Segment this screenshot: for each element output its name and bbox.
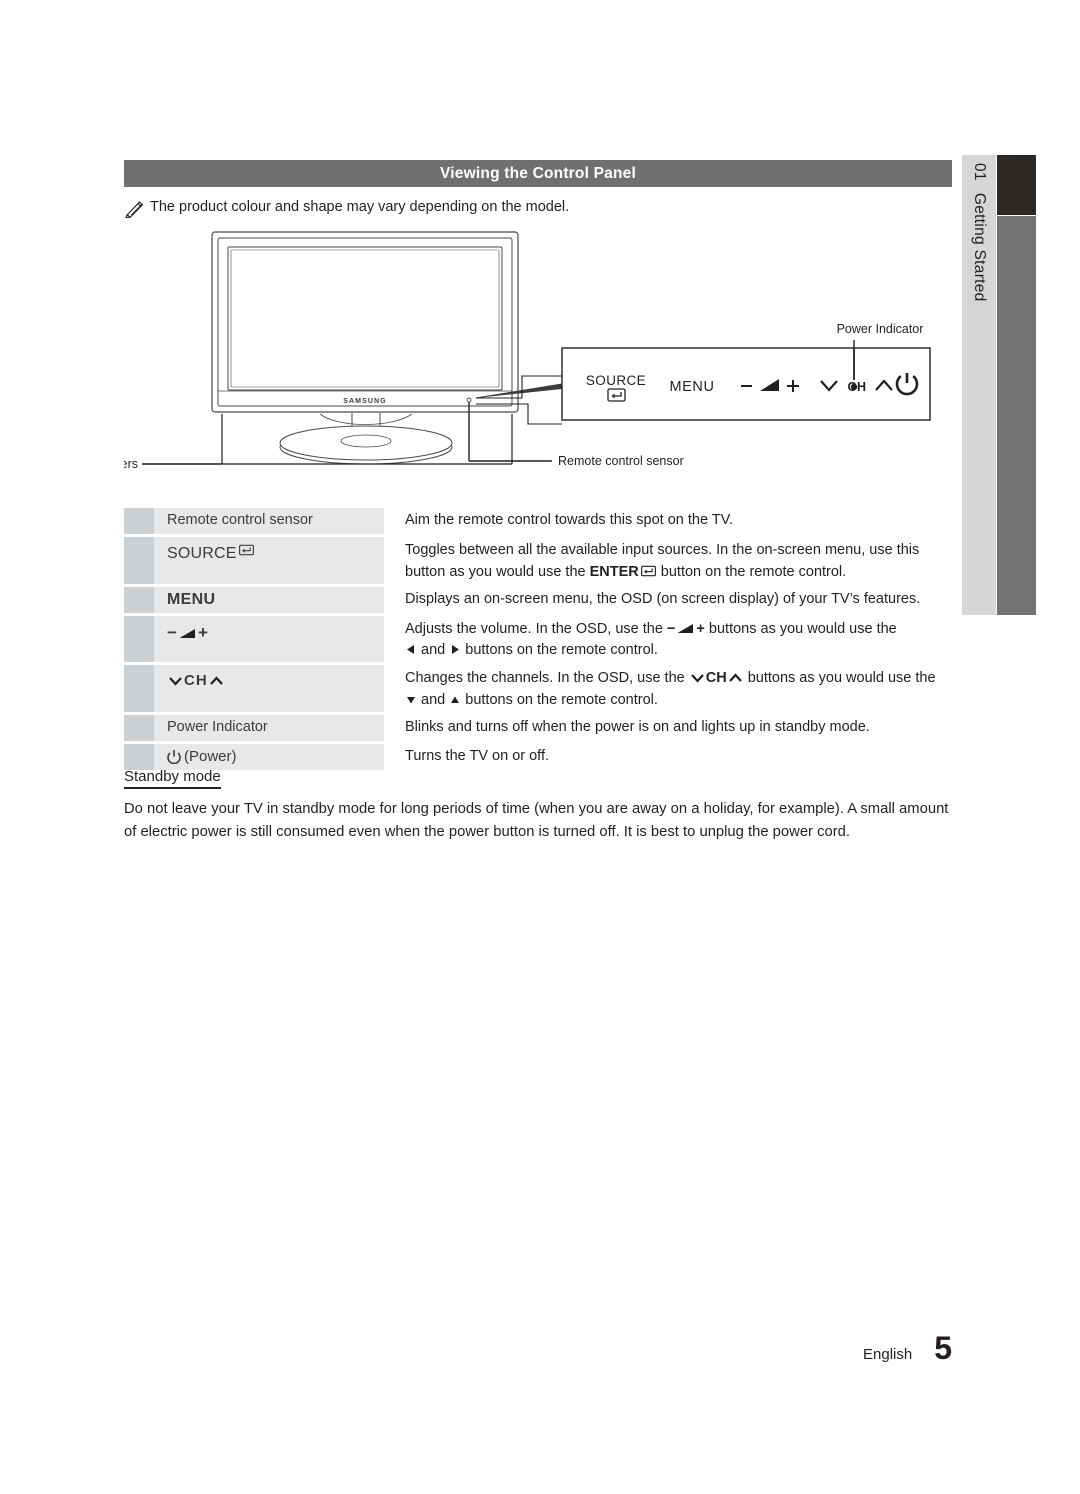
panel-menu-label: MENU <box>669 379 714 395</box>
row-label: − + <box>154 615 384 662</box>
note-text: The product colour and shape may vary de… <box>150 199 570 215</box>
enter-icon <box>238 542 254 556</box>
side-bar-dark-block <box>997 155 1036 215</box>
row-label: MENU <box>154 586 384 613</box>
standby-mode-body: Do not leave your TV in standby mode for… <box>124 801 949 840</box>
control-panel-illustration: SAMSUNG Speakers Remote control sensor <box>124 228 952 486</box>
row-description: Displays an on-screen menu, the OSD (on … <box>384 587 952 613</box>
control-panel-description-table: Remote control sensor Aim the remote con… <box>124 508 952 773</box>
row-label-text: Remote control sensor <box>167 512 313 529</box>
pencil-icon <box>124 200 144 219</box>
row-description: Turns the TV on or off. <box>384 744 952 770</box>
row-label: SOURCE <box>154 537 384 584</box>
side-bar-grey-block <box>997 216 1036 615</box>
row-swatch <box>124 743 154 770</box>
enter-keyword: ENTER <box>589 563 639 580</box>
footer-page-number: 5 <box>934 1330 952 1366</box>
table-row: CH Changes the channels. In the OSD, use… <box>124 665 952 712</box>
row-description-line2: button as you would use the ENTER button… <box>405 563 847 580</box>
row-description: Blinks and turns off when the power is o… <box>384 715 952 741</box>
row-label-text: MENU <box>167 590 216 608</box>
row-description: Toggles between all the available input … <box>384 537 952 584</box>
samsung-logo: SAMSUNG <box>343 398 386 405</box>
row-swatch <box>124 537 154 584</box>
callout-speakers: Speakers <box>124 457 138 471</box>
volume-icon <box>677 620 694 633</box>
table-row: MENU Displays an on-screen menu, the OSD… <box>124 586 952 613</box>
down-triangle-icon <box>406 691 416 704</box>
row-description-text: Blinks and turns off when the power is o… <box>405 718 870 735</box>
row-description: Aim the remote control towards this spot… <box>384 508 952 534</box>
callout-power-indicator: Power Indicator <box>837 322 924 336</box>
row-swatch <box>124 508 154 534</box>
row-description-line1: Adjusts the volume. In the OSD, use the … <box>405 620 897 637</box>
table-row: SOURCE Toggles between all the available… <box>124 537 952 584</box>
row-description-line1: Changes the channels. In the OSD, use th… <box>405 669 936 686</box>
standby-mode-title: Standby mode <box>124 768 221 789</box>
row-description-text: Displays an on-screen menu, the OSD (on … <box>405 590 921 607</box>
tv-illustration <box>211 231 519 413</box>
row-label: CH <box>154 665 384 712</box>
note-line: The product colour and shape may vary de… <box>124 199 952 219</box>
section-header-bar: Viewing the Control Panel <box>124 160 952 187</box>
panel-source-label: SOURCE <box>586 373 646 388</box>
row-description-text: Aim the remote control towards this spot… <box>405 512 734 529</box>
footer-language: English <box>863 1346 913 1363</box>
chapter-title: Getting Started <box>971 192 988 302</box>
volume-label: − + <box>167 622 208 642</box>
page-footer: English 5 <box>700 1330 952 1367</box>
row-swatch <box>124 714 154 741</box>
table-row: Power Indicator Blinks and turns off whe… <box>124 714 952 741</box>
row-label: Remote control sensor <box>154 508 384 534</box>
standby-mode-section: Standby mode Do not leave your TV in sta… <box>124 768 952 844</box>
up-triangle-icon <box>450 691 460 703</box>
tv-stand <box>279 413 453 465</box>
table-row: (Power) Turns the TV on or off. <box>124 743 952 770</box>
row-label: (Power) <box>154 743 384 770</box>
row-description-line1: Toggles between all the available input … <box>405 542 920 558</box>
row-description-line2: and buttons on the remote control. <box>405 690 936 712</box>
chapter-side-tab-label: 01 Getting Started <box>970 155 988 302</box>
channel-label: CH <box>167 670 225 692</box>
row-swatch <box>124 586 154 613</box>
row-label: Power Indicator <box>154 714 384 741</box>
section-title: Viewing the Control Panel <box>440 164 636 182</box>
volume-icon <box>179 622 196 638</box>
panel-indicator-dot <box>850 383 858 391</box>
power-icon <box>167 749 181 765</box>
chevron-up-icon <box>728 669 742 682</box>
right-triangle-icon <box>450 641 460 655</box>
row-label-text: (Power) <box>184 747 237 765</box>
left-triangle-icon <box>406 641 416 655</box>
enter-icon <box>640 563 656 577</box>
chapter-number: 01 <box>971 163 988 181</box>
row-description-text: Turns the TV on or off. <box>405 747 550 764</box>
chevron-up-icon <box>209 671 223 685</box>
row-description: Adjusts the volume. In the OSD, use the … <box>384 616 952 663</box>
table-row: − + Adjusts the volume. In the OSD, use t… <box>124 615 952 663</box>
chevron-down-icon <box>690 669 704 683</box>
callout-remote-sensor: Remote control sensor <box>558 454 684 468</box>
row-description: Changes the channels. In the OSD, use th… <box>384 665 952 712</box>
chapter-side-tab: 01 Getting Started <box>962 155 996 615</box>
row-swatch <box>124 615 154 662</box>
row-description-line2: and buttons on the remote control. <box>405 640 897 662</box>
row-label-text: SOURCE <box>167 545 237 562</box>
row-label-text: Power Indicator <box>167 718 268 735</box>
table-row: Remote control sensor Aim the remote con… <box>124 508 952 534</box>
chevron-down-icon <box>169 671 182 686</box>
row-swatch <box>124 665 154 712</box>
